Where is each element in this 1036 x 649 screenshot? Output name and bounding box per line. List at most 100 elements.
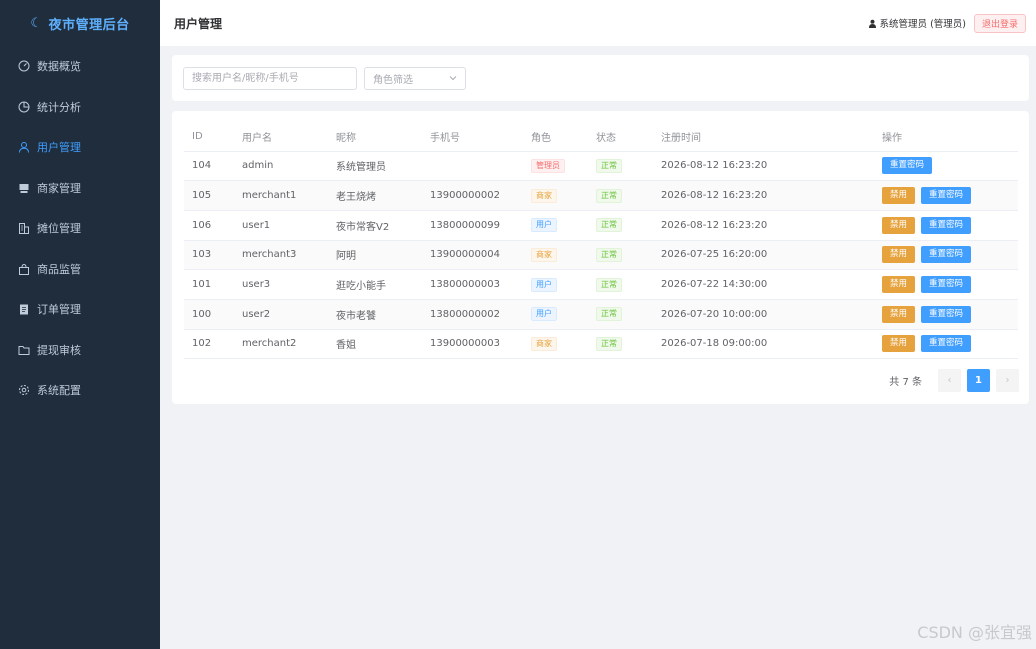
cell-status: 正常 xyxy=(588,180,653,211)
cell-phone xyxy=(422,151,523,182)
status-badge: 正常 xyxy=(596,247,622,262)
cell-actions: 重置密码 xyxy=(874,151,1018,182)
cell-phone: 13800000003 xyxy=(422,269,523,300)
goods-icon xyxy=(18,263,30,275)
brand[interactable]: ☾ 夜市管理后台 xyxy=(0,0,160,46)
column-header: 手机号 xyxy=(422,122,523,152)
cell-status: 正常 xyxy=(588,299,653,330)
user-icon xyxy=(18,141,30,153)
sidebar-item-label: 商品监管 xyxy=(37,262,81,276)
reset-password-button[interactable]: 重置密码 xyxy=(921,187,972,205)
cell-id: 104 xyxy=(184,151,234,182)
user-icon xyxy=(868,19,877,28)
sidebar-item-5[interactable]: 商品监管 xyxy=(0,249,160,290)
table-row: 100 user2 夜市老饕 13800000002 用户 正常 2026-07-20 10… xyxy=(184,299,1018,330)
sidebar-item-label: 数据概览 xyxy=(37,60,81,74)
disable-button[interactable]: 禁用 xyxy=(882,246,916,264)
search-input[interactable] xyxy=(183,66,357,90)
header: 用户管理 系统管理员 (管理员) 退出登录 xyxy=(160,0,1036,46)
next-page-button[interactable]: › xyxy=(996,369,1019,392)
disable-button[interactable]: 禁用 xyxy=(882,276,916,294)
logout-button[interactable]: 退出登录 xyxy=(973,13,1026,33)
sidebar-item-8[interactable]: 系统配置 xyxy=(0,370,160,411)
reset-password-button[interactable]: 重置密码 xyxy=(921,246,972,264)
sidebar-item-2[interactable]: 用户管理 xyxy=(0,127,160,168)
cell-created-time: 2026-08-12 16:23:20 xyxy=(653,210,874,241)
role-badge: 用户 xyxy=(531,277,557,292)
reset-password-button[interactable]: 重置密码 xyxy=(921,335,972,353)
cell-actions: 禁用 重置密码 xyxy=(874,299,1018,330)
reset-password-button[interactable]: 重置密码 xyxy=(921,276,972,294)
column-header: 操作 xyxy=(874,122,1018,152)
cell-nickname: 系统管理员 xyxy=(328,151,422,182)
order-icon xyxy=(18,303,30,315)
role-filter-placeholder: 角色筛选 xyxy=(373,74,413,86)
status-badge: 正常 xyxy=(596,336,622,351)
cell-created-time: 2026-08-12 16:23:20 xyxy=(653,180,874,211)
sidebar-item-7[interactable]: 提现审核 xyxy=(0,330,160,371)
reset-password-button[interactable]: 重置密码 xyxy=(882,157,933,175)
role-filter-select[interactable]: 角色筛选 xyxy=(364,66,466,90)
cell-nickname: 香姐 xyxy=(328,329,422,360)
reset-password-button[interactable]: 重置密码 xyxy=(921,305,972,323)
settings-icon xyxy=(18,384,30,396)
cell-actions: 禁用 重置密码 xyxy=(874,269,1018,300)
shop-icon xyxy=(18,182,30,194)
status-badge: 正常 xyxy=(596,218,622,233)
pie-chart-icon xyxy=(18,101,30,113)
cell-created-time: 2026-07-25 16:20:00 xyxy=(653,240,874,271)
cell-actions: 禁用 重置密码 xyxy=(874,240,1018,271)
role-badge: 商家 xyxy=(531,247,557,262)
sidebar-item-label: 用户管理 xyxy=(37,141,81,155)
cell-username: merchant3 xyxy=(234,240,328,271)
current-user-label: 系统管理员 (管理员) xyxy=(879,19,966,30)
disable-button[interactable]: 禁用 xyxy=(882,216,916,234)
status-badge: 正常 xyxy=(596,277,622,292)
disable-button[interactable]: 禁用 xyxy=(882,305,916,323)
cell-role: 管理员 xyxy=(523,151,588,182)
role-badge: 商家 xyxy=(531,336,557,351)
role-badge: 用户 xyxy=(531,307,557,322)
cell-id: 100 xyxy=(184,299,234,330)
cell-id: 105 xyxy=(184,180,234,211)
watermark: CSDN @张宜强 xyxy=(917,623,1032,642)
sidebar-item-label: 提现审核 xyxy=(37,343,81,357)
cell-role: 用户 xyxy=(523,299,588,330)
sidebar-item-1[interactable]: 统计分析 xyxy=(0,87,160,128)
cell-username: user2 xyxy=(234,299,328,330)
sidebar-item-label: 系统配置 xyxy=(37,384,81,398)
cell-role: 商家 xyxy=(523,240,588,271)
pagination: 共 7 条 ‹ 1 › xyxy=(889,369,1019,392)
sidebar-menu: 数据概览统计分析用户管理商家管理 摊位管理商品监管订单管理提现审核系统配置 xyxy=(0,46,160,411)
cell-nickname: 老王烧烤 xyxy=(328,180,422,211)
column-header: 昵称 xyxy=(328,122,422,152)
chevron-down-icon xyxy=(449,74,457,82)
building-icon xyxy=(18,222,30,235)
cell-phone: 13900000004 xyxy=(422,240,523,271)
page-number-button[interactable]: 1 xyxy=(967,369,990,392)
prev-page-button[interactable]: ‹ xyxy=(938,369,961,392)
cell-username: merchant1 xyxy=(234,180,328,211)
sidebar-item-4[interactable]: 摊位管理 xyxy=(0,208,160,249)
table-row: 101 user3 逛吃小能手 13800000003 用户 正常 2026-07-22 1… xyxy=(184,269,1018,300)
reset-password-button[interactable]: 重置密码 xyxy=(921,216,972,234)
cell-phone: 13800000002 xyxy=(422,299,523,330)
role-badge: 管理员 xyxy=(531,158,565,173)
sidebar-item-0[interactable]: 数据概览 xyxy=(0,46,160,87)
disable-button[interactable]: 禁用 xyxy=(882,335,916,353)
cell-username: user3 xyxy=(234,269,328,300)
sidebar-item-6[interactable]: 订单管理 xyxy=(0,289,160,330)
sidebar-item-3[interactable]: 商家管理 xyxy=(0,168,160,209)
users-table-card: ID 用户名 昵称 手机号 角色 状态 注册时间 操作 104 admin 系统管理员 管理员 正常 2… xyxy=(172,111,1029,404)
cell-phone: 13900000003 xyxy=(422,329,523,360)
sidebar: ☾ 夜市管理后台 数据概览统计分析用户管理商家管理 摊位管理商品监管订单管理提现审… xyxy=(0,0,160,649)
column-header: 注册时间 xyxy=(653,122,874,152)
column-header: 用户名 xyxy=(234,122,328,152)
cell-actions: 禁用 重置密码 xyxy=(874,180,1018,211)
cell-nickname: 阿明 xyxy=(328,240,422,271)
cell-username: user1 xyxy=(234,210,328,241)
disable-button[interactable]: 禁用 xyxy=(882,187,916,205)
cell-status: 正常 xyxy=(588,240,653,271)
role-badge: 用户 xyxy=(531,218,557,233)
dashboard-icon xyxy=(18,60,30,72)
